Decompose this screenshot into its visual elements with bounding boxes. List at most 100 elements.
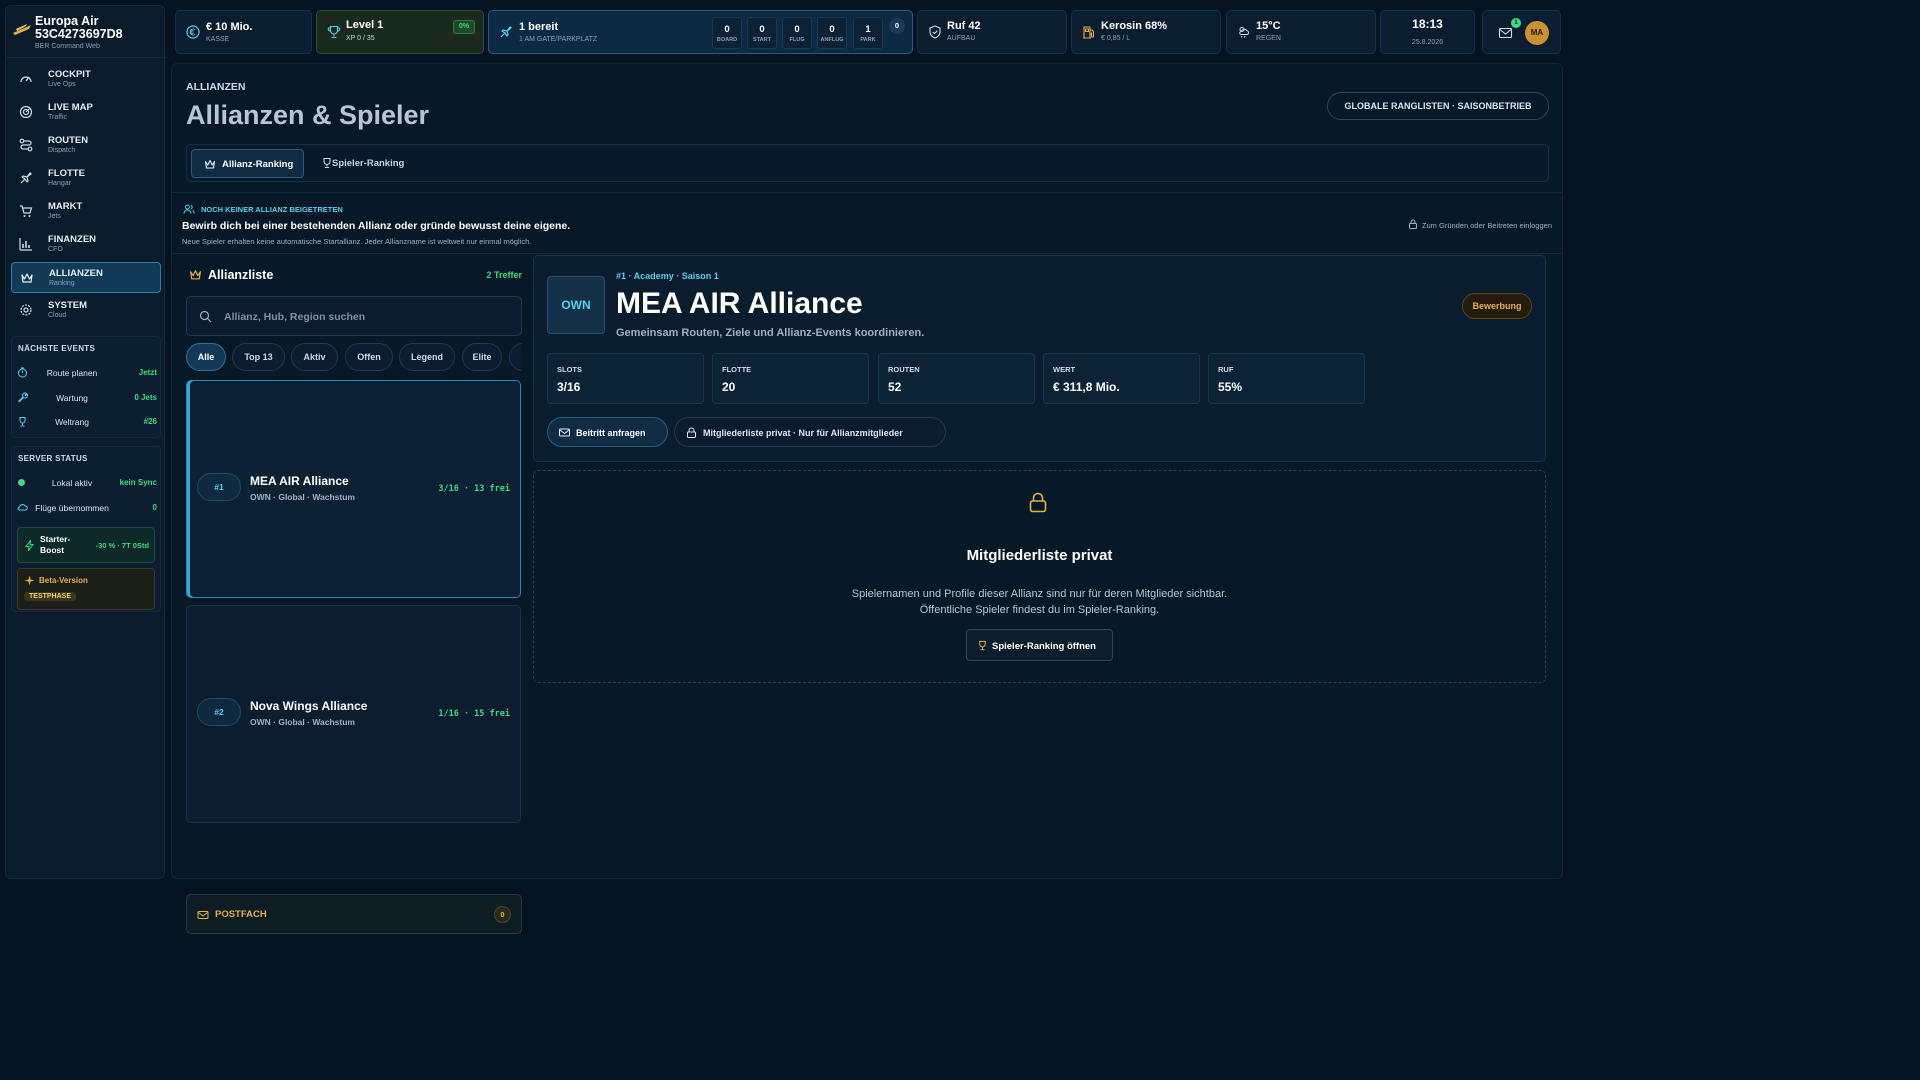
flights-at-gate: 1 AM GATE/PARKPLATZ xyxy=(519,36,598,43)
private-title: Mitgliederliste privat xyxy=(966,547,1113,564)
weather-card[interactable]: 15°C REGEN xyxy=(1226,10,1376,54)
cash-card[interactable]: € 10 Mio. KASSE xyxy=(175,10,312,54)
private-members-label: Mitgliederliste privat · Nur für Allianz… xyxy=(703,428,903,438)
crown-icon xyxy=(204,159,216,169)
postfach-button[interactable]: POSTFACH 0 xyxy=(186,894,522,934)
filter-more[interactable] xyxy=(509,343,522,371)
nav-item-allianzen[interactable]: ALLIANZEN Ranking xyxy=(11,262,161,293)
nav-sublabel: Traffic xyxy=(48,114,68,121)
flights-card[interactable]: 1 bereit 1 AM GATE/PARKPLATZ 0 BOARD 0 STA… xyxy=(488,10,913,54)
reputation-card[interactable]: Ruf 42 AUFBAU xyxy=(917,10,1067,54)
cash-label: KASSE xyxy=(206,36,230,43)
nav-label: ROUTEN xyxy=(48,135,89,146)
event-row-weltrang[interactable]: Weltrang #26 xyxy=(12,412,162,432)
weather-label: REGEN xyxy=(1256,35,1281,42)
filter-legend[interactable]: Legend xyxy=(399,343,455,371)
main-nav: COCKPIT Live Ops LIVE MAP Traffic ROUTEN… xyxy=(11,64,161,328)
stat-park: 1 PARK xyxy=(853,17,883,49)
gear-icon xyxy=(20,304,32,316)
nav-label: FLOTTE xyxy=(48,168,85,179)
stat-start: 0 START xyxy=(747,17,777,49)
mail-icon xyxy=(559,428,570,437)
private-text-line: Öffentliche Spieler findest du im Spiele… xyxy=(919,604,1160,616)
plane-icon xyxy=(20,172,32,184)
main-content: ALLIANZEN Allianzen & Spieler GLOBALE RA… xyxy=(171,63,1563,934)
airline-logo-icon xyxy=(13,24,31,35)
alliance-name: MEA AIR Alliance xyxy=(250,474,349,488)
global-rankings-button[interactable]: GLOBALE RANGLISTEN · SAISONBETRIEB xyxy=(1327,92,1549,120)
trophy-icon xyxy=(327,25,341,39)
stat-slots: SLOTS 3/16 xyxy=(547,353,704,404)
notice-title: Bewirb dich bei einer bestehenden Allian… xyxy=(182,220,571,232)
alliance-card[interactable]: #1 MEA AIR Alliance OWN · Global · Wachs… xyxy=(186,380,521,598)
request-join-button[interactable]: Beitritt anfragen xyxy=(547,417,668,447)
nav-item-live-map[interactable]: LIVE MAP Traffic xyxy=(11,97,161,128)
alliance-slots: 3/16 · 13 frei xyxy=(438,484,510,494)
filter-aktiv[interactable]: Aktiv xyxy=(291,343,338,371)
lock-icon xyxy=(687,427,696,438)
boost-value: -30 % · 7T 0Std xyxy=(95,541,149,550)
stat-flug: 0 FLUG xyxy=(782,17,812,49)
alliance-rank: #2 xyxy=(197,698,241,726)
nav-label: FINANZEN xyxy=(48,234,97,245)
nav-item-flotte[interactable]: FLOTTE Hangar xyxy=(11,163,161,194)
nav-item-system[interactable]: SYSTEM Cloud xyxy=(11,295,161,326)
cash-value: € 10 Mio. xyxy=(206,21,253,33)
starter-boost[interactable]: Starter-Boost -30 % · 7T 0Std xyxy=(17,527,155,563)
search-input[interactable]: Allianz, Hub, Region suchen xyxy=(224,311,365,323)
alliance-card[interactable]: #2 Nova Wings Alliance OWN · Global · Wa… xyxy=(186,605,521,823)
nav-item-markt[interactable]: MARKT Jets xyxy=(11,196,161,227)
bolt-icon xyxy=(25,540,34,551)
event-value: #26 xyxy=(143,417,157,426)
beta-badge: TESTPHASE xyxy=(24,592,77,601)
clock-date: 25.8.2026 xyxy=(1411,39,1444,46)
bar-chart-icon xyxy=(19,238,32,251)
nav-item-finanzen[interactable]: FINANZEN CFO xyxy=(11,229,161,260)
alliance-tag: #1 · Academy · Saison 1 xyxy=(616,271,719,281)
application-badge: Bewerbung xyxy=(1462,293,1532,319)
fuel-card[interactable]: Kerosin 68% € 0,85 / L xyxy=(1071,10,1221,54)
users-icon xyxy=(183,204,195,214)
clock-time: 18:13 xyxy=(1412,17,1443,31)
private-members-button[interactable]: Mitgliederliste privat · Nur für Allianz… xyxy=(674,417,946,447)
nav-label: ALLIANZEN xyxy=(49,268,103,279)
login-hint: Zum Gründen oder Beitreten einloggen xyxy=(1408,219,1552,230)
result-count: 2 Treffer xyxy=(486,270,522,280)
nav-item-routen[interactable]: ROUTEN Dispatch xyxy=(11,130,161,161)
event-value: Jetzt xyxy=(138,368,157,377)
alliance-list-title: Allianzliste xyxy=(208,268,274,282)
server-row-local: Lokal aktiv kein Sync xyxy=(12,473,162,493)
events-title: NÄCHSTE EVENTS xyxy=(18,344,96,353)
filter-elite[interactable]: Elite xyxy=(462,343,502,371)
airline-subtitle: BER Command Web xyxy=(35,43,100,50)
nav-sublabel: Cloud xyxy=(48,312,67,319)
temperature-value: 15°C xyxy=(1256,20,1281,32)
open-player-ranking-button[interactable]: Spieler-Ranking öffnen xyxy=(966,629,1113,661)
mail-icon[interactable] xyxy=(1498,26,1513,40)
open-player-ranking-label: Spieler-Ranking öffnen xyxy=(992,641,1096,652)
nav-item-cockpit[interactable]: COCKPIT Live Ops xyxy=(11,64,161,95)
event-row-wartung[interactable]: Wartung 0 Jets xyxy=(12,388,162,408)
brand: Europa Air 53C4273697D8 BER Command Web xyxy=(6,6,166,58)
level-card[interactable]: Level 1 XP 0 / 35 0% xyxy=(316,10,484,54)
alliance-description: Gemeinsam Routen, Ziele und Allianz-Even… xyxy=(616,327,925,339)
filter-top13[interactable]: Top 13 xyxy=(232,343,285,371)
shield-icon xyxy=(929,25,941,39)
notice-subtext: Neue Spieler erhalten keine automatische… xyxy=(182,237,532,246)
ranking-tabs: Allianz-Ranking Spieler-Ranking xyxy=(186,144,1549,182)
avatar[interactable]: MA xyxy=(1525,21,1549,45)
event-row-route[interactable]: Route planen Jetzt xyxy=(12,363,162,383)
alliance-logo: OWN xyxy=(547,276,605,334)
tab-player-ranking[interactable]: Spieler-Ranking xyxy=(309,149,419,178)
event-label: Wartung xyxy=(56,393,88,403)
flights-ready: 1 bereit xyxy=(519,21,559,33)
filter-offen[interactable]: Offen xyxy=(345,343,393,371)
tab-alliance-ranking[interactable]: Allianz-Ranking xyxy=(191,149,304,178)
event-label: Weltrang xyxy=(55,417,89,427)
page-title: Allianzen & Spieler xyxy=(186,100,430,130)
filter-alle[interactable]: Alle xyxy=(186,343,226,371)
alliance-search[interactable]: Allianz, Hub, Region suchen xyxy=(186,296,522,336)
alliance-meta: OWN · Global · Wachstum xyxy=(250,717,355,727)
server-status-panel: SERVER STATUS Lokal aktiv kein Sync Flüg… xyxy=(11,446,161,612)
stat-ruf: RUF 55% xyxy=(1208,353,1365,404)
